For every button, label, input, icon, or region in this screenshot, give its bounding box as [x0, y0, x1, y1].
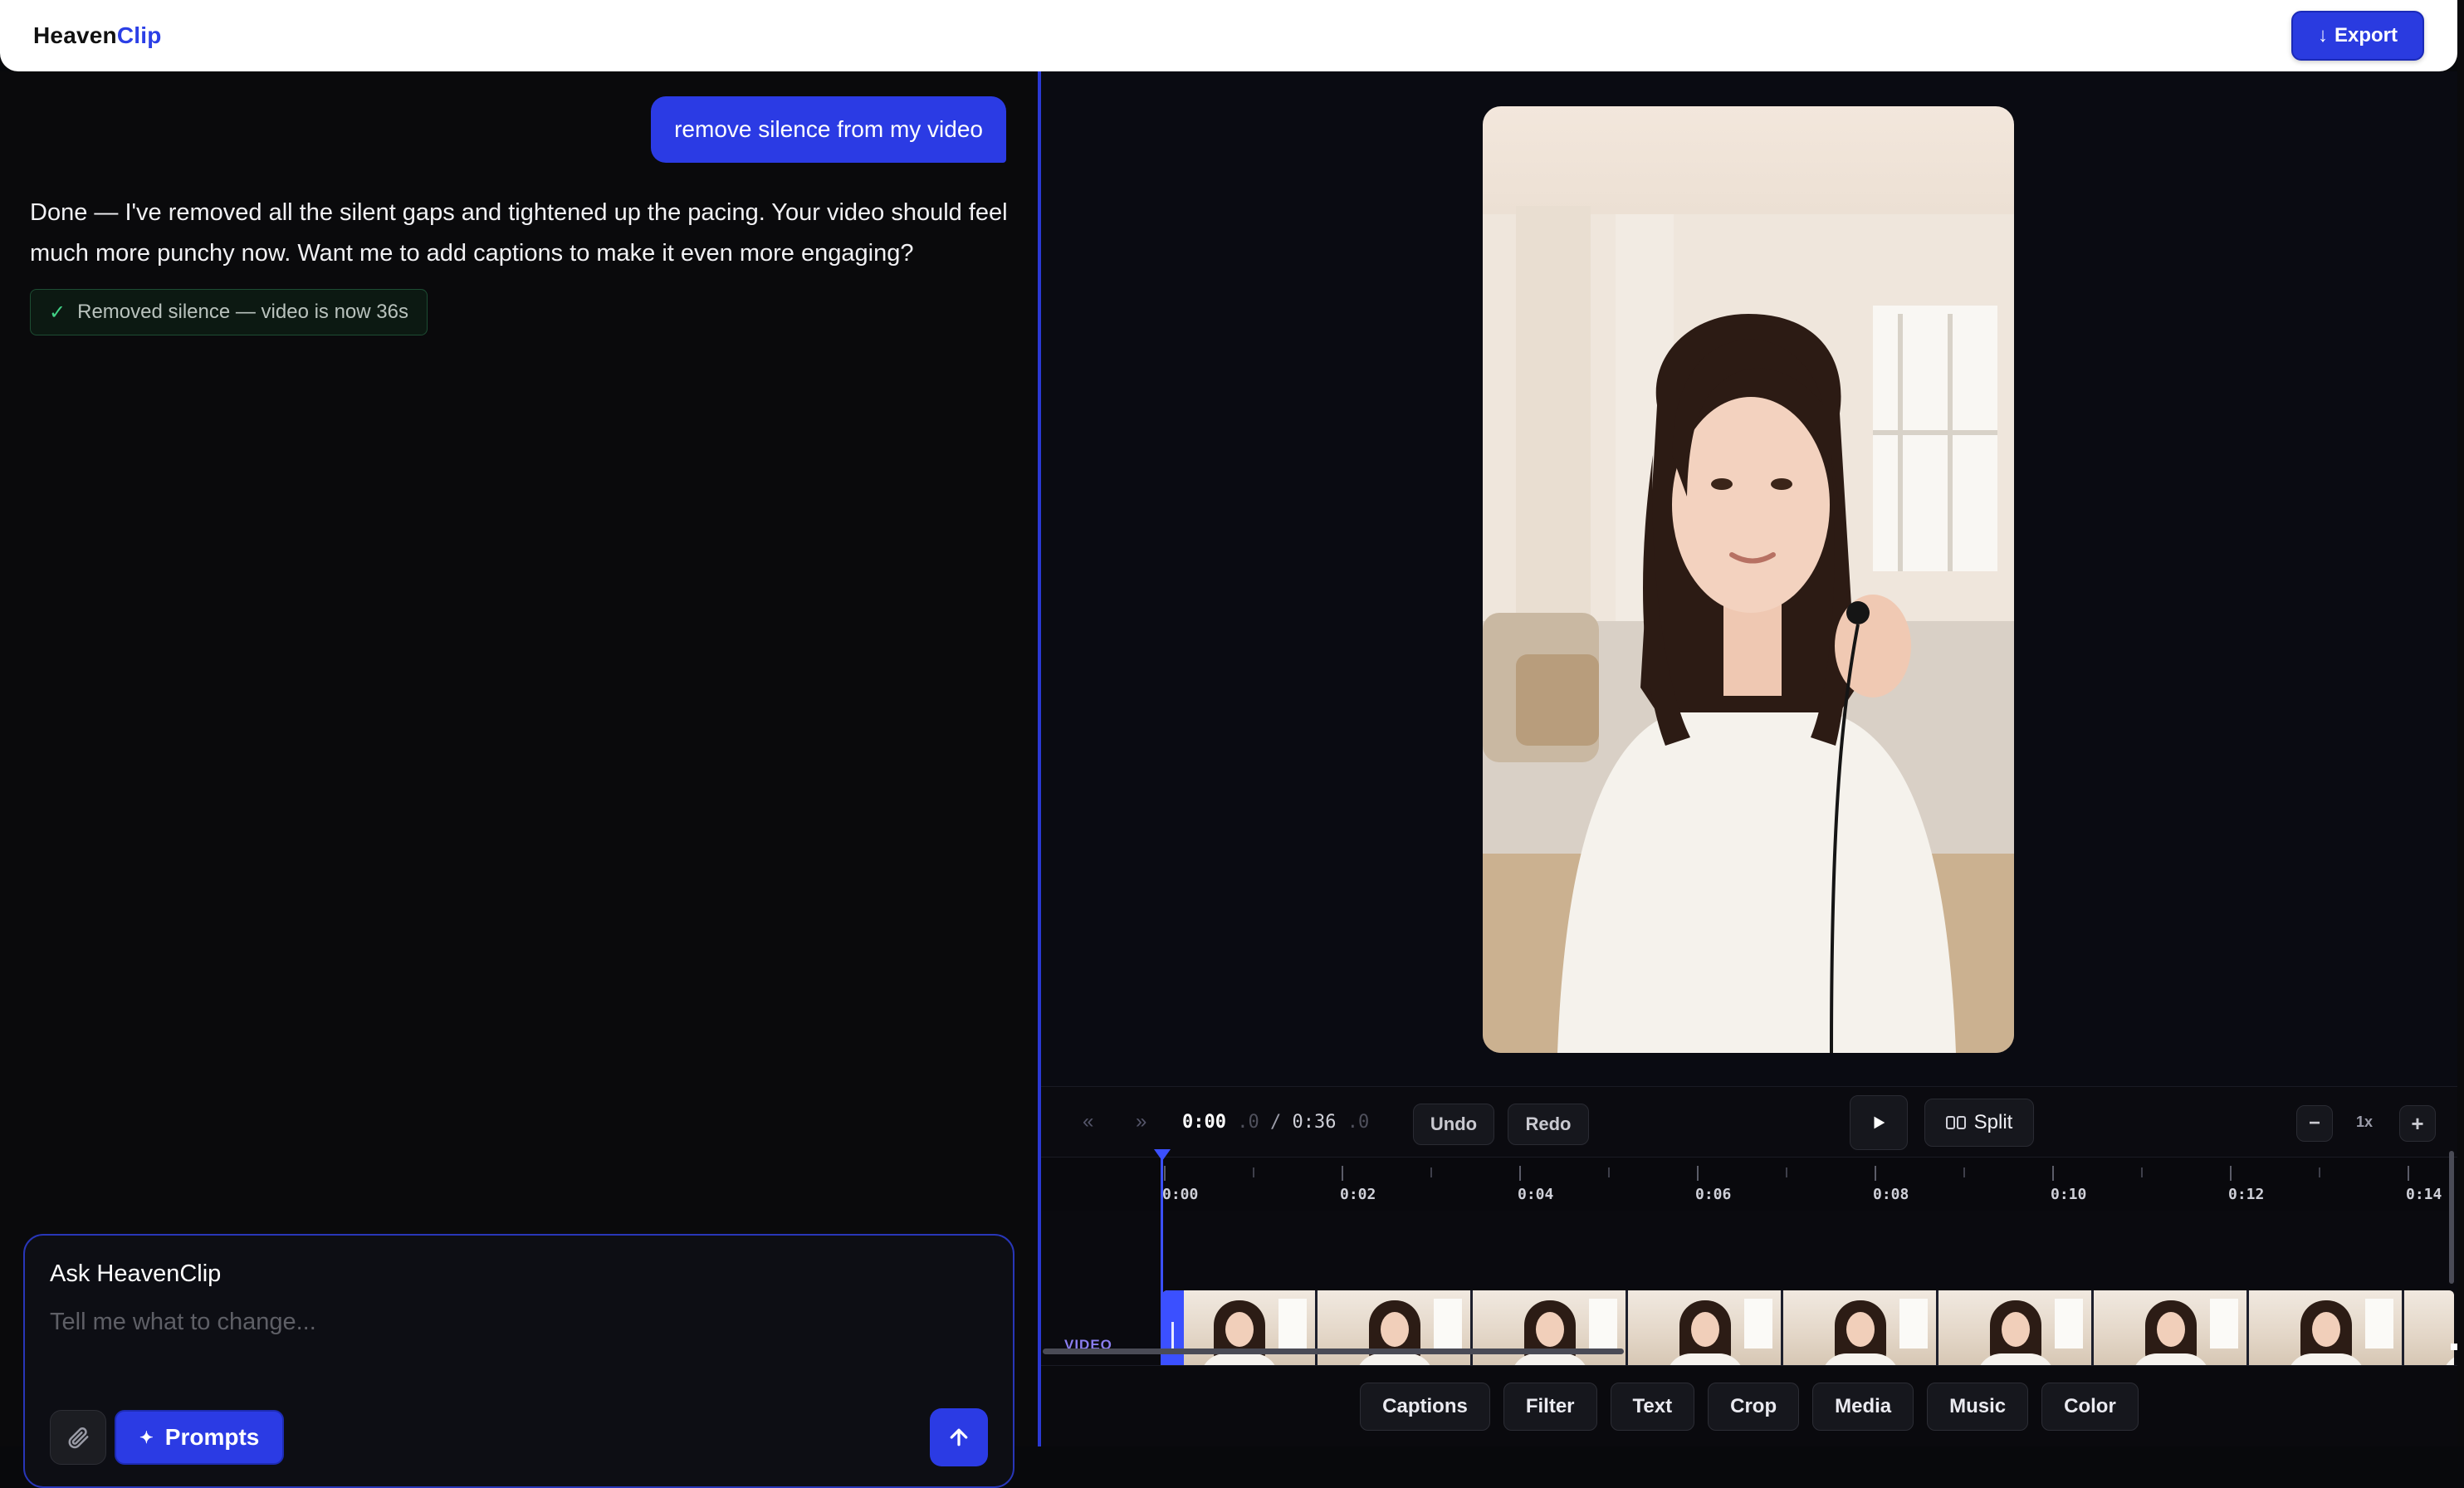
- prompts-label: Prompts: [164, 1424, 260, 1450]
- transport-bar: « » 0:00 .0 / 0:36 .0 Undo Redo Split − …: [1041, 1086, 2457, 1158]
- tool-music-button[interactable]: Music: [1927, 1382, 2029, 1431]
- top-bar: HeavenClip ↓ Export: [0, 0, 2457, 71]
- ruler-tick-label: 0:00: [1162, 1186, 1199, 1203]
- ruler-tick: [1342, 1166, 1343, 1181]
- timeline-ruler[interactable]: 0:00 0:02 0:04 0:06 0:08 0:10 0:12 0:14: [1041, 1158, 2457, 1211]
- total-time: 0:36: [1292, 1112, 1337, 1133]
- ruler-tick-label: 0:08: [1873, 1186, 1909, 1203]
- video-frame: [1483, 206, 2014, 1053]
- total-time-fraction: .0: [1347, 1112, 1370, 1133]
- assistant-message: Done — I've removed all the silent gaps …: [30, 199, 1008, 267]
- timeline-vertical-scrollbar[interactable]: [2449, 1151, 2454, 1284]
- skip-back-button[interactable]: «: [1083, 1110, 1093, 1133]
- message-input[interactable]: [50, 1304, 963, 1340]
- play-button[interactable]: [1850, 1095, 1908, 1150]
- ruler-tick: [1875, 1166, 1876, 1181]
- export-label: Export: [2334, 24, 2398, 46]
- brand-logo: HeavenClip: [33, 22, 162, 49]
- brand-name: Heaven: [33, 22, 117, 48]
- sparkle-icon: ✦: [139, 1428, 154, 1447]
- tool-bar: Captions Filter Text Crop Media Music Color: [1041, 1365, 2457, 1446]
- ruler-tick: [1519, 1166, 1521, 1181]
- ruler-minor-tick: [1253, 1167, 1254, 1177]
- tool-captions-button[interactable]: Captions: [1360, 1382, 1490, 1431]
- zoom-in-button[interactable]: +: [2399, 1105, 2436, 1142]
- ruler-minor-tick: [1608, 1167, 1610, 1177]
- time-separator: /: [1269, 1112, 1282, 1133]
- split-button[interactable]: Split: [1924, 1099, 2034, 1147]
- ruler-tick-label: 0:12: [2228, 1186, 2265, 1203]
- ruler-minor-tick: [2141, 1167, 2143, 1177]
- play-icon: [1874, 1116, 1885, 1129]
- status-chip-text: Removed silence — video is now 36s: [77, 301, 408, 323]
- ruler-tick: [2230, 1166, 2232, 1181]
- tool-crop-button[interactable]: Crop: [1708, 1382, 1800, 1431]
- skip-forward-button[interactable]: »: [1136, 1110, 1146, 1133]
- ruler-minor-tick: [2319, 1167, 2320, 1177]
- composer-label: Ask HeavenClip: [50, 1260, 222, 1287]
- download-arrow-icon: ↓: [2317, 24, 2328, 46]
- ruler-tick: [2408, 1166, 2409, 1181]
- ruler-tick-label: 0:02: [1340, 1186, 1376, 1203]
- ruler-minor-tick: [1430, 1167, 1432, 1177]
- current-time-fraction: .0: [1237, 1112, 1259, 1133]
- video-preview[interactable]: [1483, 106, 2014, 1053]
- ruler-tick: [2052, 1166, 2054, 1181]
- tool-color-button[interactable]: Color: [2041, 1382, 2139, 1431]
- send-button[interactable]: [930, 1408, 988, 1466]
- export-button[interactable]: ↓ Export: [2290, 11, 2424, 61]
- ruler-tick-label: 0:14: [2406, 1186, 2442, 1203]
- ruler-tick: [1164, 1166, 1166, 1181]
- split-label: Split: [1973, 1111, 2013, 1133]
- ruler-tick-label: 0:10: [2051, 1186, 2087, 1203]
- ruler-tick-label: 0:06: [1695, 1186, 1732, 1203]
- ruler-tick-label: 0:04: [1518, 1186, 1554, 1203]
- undo-button[interactable]: Undo: [1413, 1104, 1494, 1145]
- resize-corner: [2451, 1344, 2457, 1350]
- tool-text-button[interactable]: Text: [1610, 1382, 1695, 1431]
- ruler-tick: [1697, 1166, 1699, 1181]
- zoom-level: 1x: [2356, 1114, 2374, 1130]
- brand-name-accent: Clip: [116, 22, 162, 48]
- check-icon: ✓: [49, 301, 66, 324]
- tool-media-button[interactable]: Media: [1812, 1382, 1914, 1431]
- prompts-button[interactable]: ✦ Prompts: [115, 1410, 285, 1465]
- status-chip: ✓ Removed silence — video is now 36s: [30, 289, 428, 335]
- timeline-scrollbar[interactable]: [1041, 1345, 2457, 1357]
- composer: Ask HeavenClip ✦ Prompts: [23, 1234, 1014, 1488]
- editor-panel: « » 0:00 .0 / 0:36 .0 Undo Redo Split − …: [1041, 71, 2457, 1446]
- zoom-out-button[interactable]: −: [2296, 1105, 2333, 1142]
- tool-filter-button[interactable]: Filter: [1503, 1382, 1597, 1431]
- video-track: VIDEO: [1041, 1211, 2457, 1387]
- redo-button[interactable]: Redo: [1508, 1104, 1589, 1145]
- ruler-minor-tick: [1963, 1167, 1965, 1177]
- window-edge: [2457, 0, 2464, 1446]
- current-time: 0:00: [1182, 1112, 1226, 1133]
- timeline-scroll-thumb[interactable]: [1043, 1348, 1624, 1354]
- split-icon: [1945, 1116, 1966, 1129]
- chat-panel: remove silence from my video Done — I've…: [0, 71, 1038, 1488]
- attach-button[interactable]: [50, 1410, 106, 1465]
- ruler-minor-tick: [1786, 1167, 1787, 1177]
- user-message: remove silence from my video: [651, 96, 1006, 163]
- timecode: 0:00 .0 / 0:36 .0: [1182, 1112, 1369, 1133]
